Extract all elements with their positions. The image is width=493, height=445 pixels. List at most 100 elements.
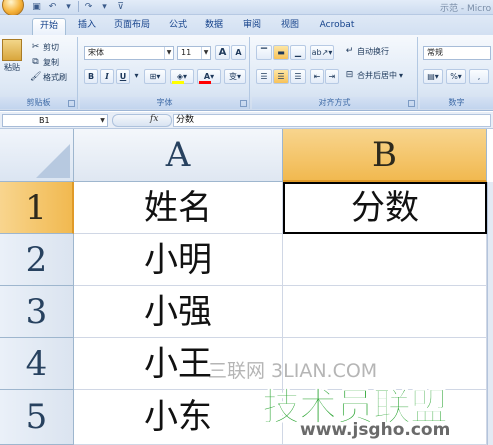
fill-color-swatch <box>172 81 184 84</box>
percent-button[interactable]: %▾ <box>446 69 466 84</box>
font-name-select[interactable]: 宋体 ▼ <box>84 46 174 60</box>
chevron-down-icon: ▾ <box>210 72 215 81</box>
align-center-button[interactable]: ☰ <box>273 69 289 84</box>
italic-button[interactable]: I <box>100 69 114 84</box>
shrink-font-button[interactable]: A <box>231 45 246 60</box>
tab-view[interactable]: 视图 <box>276 18 304 35</box>
paste-button[interactable]: 粘贴 <box>2 39 22 73</box>
select-all-button[interactable] <box>0 129 74 182</box>
redo-icon[interactable]: ↷ <box>82 1 95 13</box>
font-name-value: 宋体 <box>88 48 104 57</box>
title-bar: ▣ ↶ ▾ ↷ ▾ ⊽ 示范 - Micro <box>0 0 493 16</box>
formula-bar: B1 ▼ fx 分数 <box>0 112 493 129</box>
cut-button[interactable]: ✂ 剪切 <box>30 42 59 53</box>
wrap-text-icon: ↵ <box>345 46 354 56</box>
comma-label: , <box>477 72 481 81</box>
column-header-b[interactable]: B <box>283 129 487 182</box>
cell-b3[interactable] <box>283 286 487 338</box>
font-launcher-icon[interactable] <box>240 100 247 107</box>
percent-label: % <box>450 72 458 81</box>
select-all-triangle-icon <box>36 144 70 178</box>
office-button[interactable] <box>2 0 24 16</box>
currency-icon: ▤▾ <box>427 72 439 81</box>
copy-button[interactable]: ⧉ 复制 <box>30 57 59 68</box>
merge-center-label: 合并后居中 <box>357 71 397 80</box>
align-bottom-icon: ▁ <box>294 48 302 57</box>
number-format-value: 常规 <box>427 48 443 57</box>
align-middle-button[interactable]: ▬ <box>273 45 289 60</box>
ribbon-tabs: 开始 插入 页面布局 公式 数据 审阅 视图 Acrobat <box>0 15 493 35</box>
ribbon: 粘贴 ✂ 剪切 ⧉ 复制 🖌 格式刷 剪贴板 宋体 ▼ 11 ▼ A A B I… <box>0 35 493 111</box>
paste-icon <box>2 39 22 61</box>
align-middle-icon: ▬ <box>277 48 285 57</box>
formula-input[interactable]: 分数 <box>173 114 491 127</box>
chevron-down-icon: ▾ <box>236 72 241 81</box>
undo-icon[interactable]: ↶ <box>46 1 59 13</box>
wrap-text-button[interactable]: ↵ 自动换行 <box>344 46 389 57</box>
column-header-a[interactable]: A <box>74 129 283 182</box>
tab-review[interactable]: 审阅 <box>238 18 266 35</box>
row-header-1[interactable]: 1 <box>0 182 74 234</box>
chevron-down-icon: ▼ <box>201 47 210 59</box>
bold-button[interactable]: B <box>84 69 98 84</box>
underline-button[interactable]: U <box>116 69 130 84</box>
borders-button[interactable]: ⊞▾ <box>144 69 166 84</box>
align-right-button[interactable]: ☰ <box>290 69 306 84</box>
formula-bar-divider[interactable] <box>112 114 172 127</box>
orientation-button[interactable]: ab↗▾ <box>310 45 334 60</box>
align-center-icon: ☰ <box>277 72 285 81</box>
increase-indent-button[interactable]: ⇥ <box>325 69 339 84</box>
chevron-down-icon[interactable]: ▾ <box>132 69 141 84</box>
chevron-down-icon: ▼ <box>100 117 105 124</box>
cut-label: 剪切 <box>43 43 59 52</box>
decrease-indent-button[interactable]: ⇤ <box>310 69 324 84</box>
alignment-launcher-icon[interactable] <box>408 100 415 107</box>
tab-acrobat[interactable]: Acrobat <box>312 18 362 35</box>
row-header-2[interactable]: 2 <box>0 234 74 286</box>
cell-a1[interactable]: 姓名 <box>74 182 283 234</box>
grow-font-button[interactable]: A <box>215 45 230 60</box>
name-box[interactable]: B1 ▼ <box>2 114 108 127</box>
tab-home[interactable]: 开始 <box>32 18 66 35</box>
row-header-4[interactable]: 4 <box>0 338 74 390</box>
chevron-down-icon: ▾ <box>457 72 462 81</box>
cell-b2[interactable] <box>283 234 487 286</box>
clipboard-group-label: 剪贴板 <box>0 97 77 109</box>
tab-formulas[interactable]: 公式 <box>164 18 192 35</box>
watermark-url: www.jsgho.com <box>300 420 451 440</box>
cell-b1[interactable]: 分数 <box>283 182 487 234</box>
align-top-button[interactable]: ▔ <box>256 45 272 60</box>
alignment-group-label: 对齐方式 <box>252 97 417 109</box>
dropdown-icon[interactable]: ▾ <box>62 1 75 13</box>
copy-icon: ⧉ <box>32 57 39 67</box>
font-color-swatch <box>199 81 211 84</box>
cell-a3[interactable]: 小强 <box>74 286 283 338</box>
comma-style-button[interactable]: , <box>469 69 489 84</box>
cell-a5[interactable]: 小东 <box>74 390 283 445</box>
row-header-3[interactable]: 3 <box>0 286 74 338</box>
merge-center-button[interactable]: ⊟ 合并后居中 ▾ <box>344 70 403 81</box>
font-group-label: 字体 <box>80 97 249 109</box>
dropdown-icon[interactable]: ▾ <box>98 1 111 13</box>
toolbar-separator <box>78 1 79 12</box>
insert-function-button[interactable]: fx <box>150 114 158 124</box>
font-size-value: 11 <box>181 48 192 57</box>
clipboard-launcher-icon[interactable] <box>68 100 75 107</box>
number-format-select[interactable]: 常规 <box>423 46 491 60</box>
vertical-scrollbar[interactable] <box>487 182 493 445</box>
scissors-icon: ✂ <box>31 42 40 52</box>
tab-page-layout[interactable]: 页面布局 <box>108 18 156 35</box>
format-painter-button[interactable]: 🖌 格式刷 <box>30 72 67 83</box>
align-left-button[interactable]: ☰ <box>256 69 272 84</box>
align-left-icon: ☰ <box>260 72 268 81</box>
customize-toolbar-icon[interactable]: ⊽ <box>114 1 127 13</box>
align-bottom-button[interactable]: ▁ <box>290 45 306 60</box>
cell-a2[interactable]: 小明 <box>74 234 283 286</box>
tab-insert[interactable]: 插入 <box>72 18 102 35</box>
save-icon[interactable]: ▣ <box>30 1 43 13</box>
row-header-5[interactable]: 5 <box>0 390 74 445</box>
tab-data[interactable]: 数据 <box>200 18 228 35</box>
phonetic-button[interactable]: 变▾ <box>224 69 246 84</box>
font-size-select[interactable]: 11 ▼ <box>177 46 211 60</box>
accounting-format-button[interactable]: ▤▾ <box>423 69 443 84</box>
